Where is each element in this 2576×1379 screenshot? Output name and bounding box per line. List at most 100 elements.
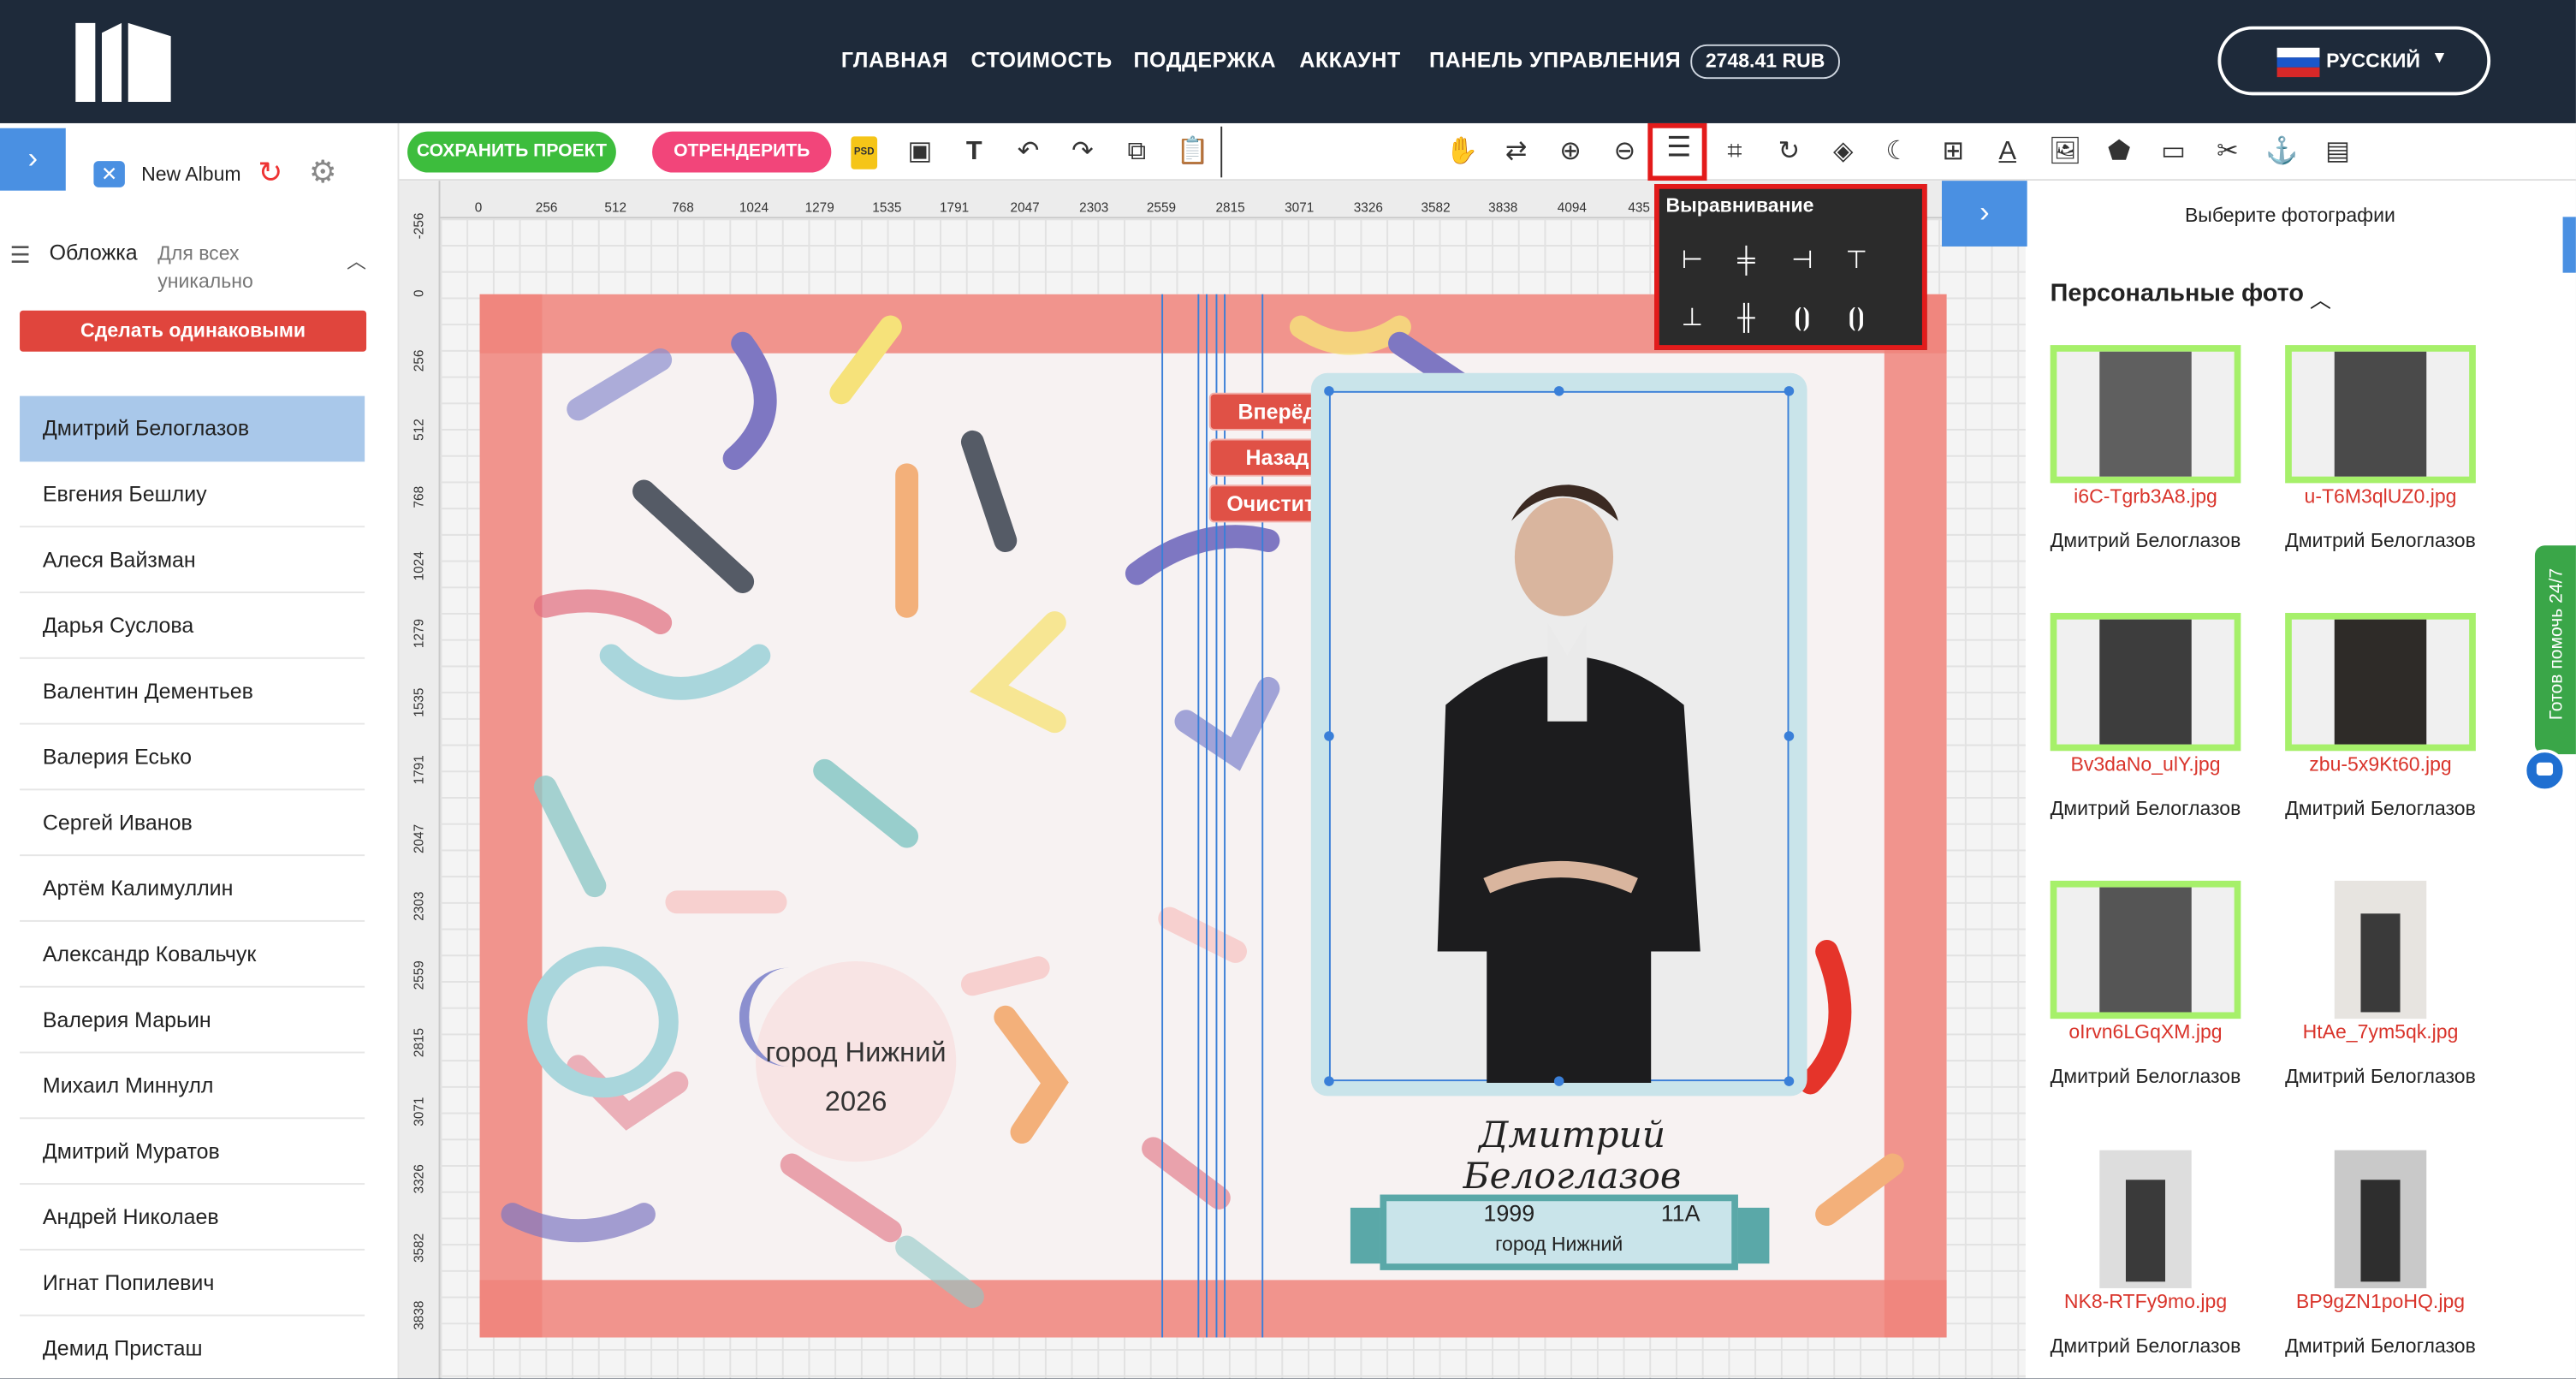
photo-thumbnail[interactable] bbox=[2050, 880, 2241, 1019]
align-top-icon[interactable]: ⊤ bbox=[1838, 243, 1874, 279]
editor-toolbar: СОХРАНИТЬ ПРОЕКТ ОТРЕНДЕРИТЬ PSD ▣ T ↶ ↷… bbox=[399, 122, 2027, 181]
person-item[interactable]: Валентин Дементьев bbox=[20, 659, 365, 725]
photo-thumbnail[interactable] bbox=[2285, 613, 2476, 752]
portrait-photo[interactable] bbox=[1328, 390, 1790, 1084]
nav-link-dashboard[interactable]: ПАНЕЛЬ УПРАВЛЕНИЯ bbox=[1429, 48, 1681, 73]
resize-handle[interactable] bbox=[1324, 1076, 1334, 1086]
copy-icon[interactable]: ⧉ bbox=[1117, 133, 1156, 172]
anchor-icon[interactable]: ⚓ bbox=[2262, 133, 2301, 172]
person-item[interactable]: Валерия Марьин bbox=[20, 988, 365, 1054]
grid-icon[interactable]: ⊞ bbox=[1933, 133, 1973, 172]
person-item[interactable]: Артём Калимуллин bbox=[20, 856, 365, 922]
refresh-icon[interactable]: ↻ bbox=[258, 156, 282, 190]
rotate-icon[interactable]: ↻ bbox=[1769, 133, 1808, 172]
align-left-icon[interactable]: ⊢ bbox=[1674, 243, 1710, 279]
make-same-button[interactable]: Сделать одинаковыми bbox=[20, 310, 367, 352]
chat-icon[interactable] bbox=[2523, 749, 2567, 793]
resize-handle[interactable] bbox=[1784, 1076, 1795, 1086]
add-text-icon[interactable]: T bbox=[954, 133, 994, 172]
section-title[interactable]: Персональные фото bbox=[2051, 279, 2304, 307]
distribute-horizontal-icon[interactable]: ⦗⦘ bbox=[1784, 300, 1820, 336]
person-item[interactable]: Алеся Вайзман bbox=[20, 527, 365, 593]
resize-handle[interactable] bbox=[1553, 386, 1564, 396]
photo-thumbnail[interactable] bbox=[2050, 345, 2241, 484]
scissors-icon[interactable]: ✂ bbox=[2208, 133, 2247, 172]
person-item[interactable]: Игнат Попилевич bbox=[20, 1251, 365, 1317]
hand-icon[interactable]: ✋ bbox=[1442, 133, 1481, 172]
align-center-horizontal-icon[interactable]: ╪ bbox=[1728, 243, 1764, 279]
logo[interactable] bbox=[72, 20, 174, 105]
undo-icon[interactable]: ↶ bbox=[1009, 133, 1048, 172]
ruler-tick: 256 bbox=[411, 349, 427, 372]
distribute-vertical-icon[interactable]: ⦗⦘ bbox=[1838, 300, 1874, 336]
photo-thumbnail[interactable] bbox=[2334, 880, 2427, 1019]
align-right-icon[interactable]: ⊣ bbox=[1784, 243, 1820, 279]
photo-thumbnail[interactable] bbox=[2099, 1150, 2192, 1288]
align-button[interactable]: ☰ bbox=[1647, 122, 1707, 181]
layout-icon[interactable]: ▤ bbox=[2318, 133, 2358, 172]
text-color-icon[interactable]: A bbox=[1988, 133, 2027, 172]
person-item[interactable]: Демид Присташ bbox=[20, 1317, 365, 1379]
album-cover-page[interactable]: Вперёд Назад Очистить город Нижний 2026 bbox=[479, 294, 1947, 1338]
save-project-button[interactable]: СОХРАНИТЬ ПРОЕКТ bbox=[407, 131, 616, 173]
zoom-out-icon[interactable]: ⊖ bbox=[1605, 133, 1644, 172]
swap-icon[interactable]: ⇄ bbox=[1497, 133, 1536, 172]
zoom-in-icon[interactable]: ⊕ bbox=[1551, 133, 1590, 172]
person-item[interactable]: Валерия Есько bbox=[20, 725, 365, 791]
chevron-down-icon: ▼ bbox=[2431, 49, 2448, 68]
ribbon-class[interactable]: 11А bbox=[1661, 1199, 1701, 1226]
chevron-up-icon[interactable]: ︿ bbox=[347, 247, 366, 275]
image-icon[interactable]: 🖼 bbox=[2045, 133, 2085, 172]
add-image-icon[interactable]: ▣ bbox=[900, 133, 940, 172]
layers-icon[interactable]: ◈ bbox=[1824, 133, 1863, 172]
person-item[interactable]: Андрей Николаев bbox=[20, 1185, 365, 1251]
person-item[interactable]: Дарья Суслова bbox=[20, 593, 365, 659]
align-bottom-icon[interactable]: ⊥ bbox=[1674, 300, 1710, 336]
gear-icon[interactable]: ⚙ bbox=[309, 154, 337, 192]
person-item[interactable]: Дмитрий Муратов bbox=[20, 1119, 365, 1186]
toolbar-right: 🖼 ⬟ ▭ ✂ ⚓ ▤ bbox=[2025, 122, 2576, 181]
nav-link-support[interactable]: ПОДДЕРЖКА bbox=[1134, 48, 1277, 73]
ruler-tick: 3326 bbox=[411, 1164, 427, 1194]
align-center-vertical-icon[interactable]: ╫ bbox=[1728, 300, 1764, 336]
city-year[interactable]: 2026 bbox=[756, 1086, 956, 1119]
photo-thumbnail[interactable] bbox=[2334, 1150, 2427, 1288]
person-item[interactable]: Михаил Миннулл bbox=[20, 1053, 365, 1120]
sidebar-toggle-button[interactable]: › bbox=[0, 128, 66, 191]
photo-person: Дмитрий Белоглазов bbox=[2050, 1064, 2241, 1088]
photo-thumbnail[interactable] bbox=[2050, 613, 2241, 752]
redo-icon[interactable]: ↷ bbox=[1063, 133, 1102, 172]
person-item[interactable]: Дмитрий Белоглазов bbox=[20, 395, 365, 462]
help-tab[interactable]: Готов помочь 24/7 bbox=[2534, 545, 2576, 755]
resize-handle[interactable] bbox=[1324, 386, 1334, 396]
ribbon-city[interactable]: город Нижний bbox=[1380, 1233, 1737, 1256]
photo-thumbnail[interactable] bbox=[2285, 345, 2476, 484]
paste-icon[interactable]: 📋 bbox=[1173, 133, 1213, 172]
render-button[interactable]: ОТРЕНДЕРИТЬ bbox=[652, 131, 832, 173]
crop-icon[interactable]: ⌗ bbox=[1715, 133, 1754, 172]
shape-icon[interactable]: ⬟ bbox=[2099, 133, 2139, 172]
nav-link-account[interactable]: АККАУНТ bbox=[1299, 48, 1400, 73]
nav-link-pricing[interactable]: СТОИМОСТЬ bbox=[970, 48, 1112, 73]
frame-icon[interactable]: ▭ bbox=[2154, 133, 2193, 172]
scrollbar[interactable] bbox=[2562, 217, 2576, 273]
resize-handle[interactable] bbox=[1324, 731, 1334, 741]
psd-export-icon[interactable]: PSD bbox=[851, 136, 878, 169]
moon-icon[interactable]: ☾ bbox=[1878, 133, 1917, 172]
left-sidebar: › ✕ New Album ↻ ⚙ ☰ Обложка Для всех уни… bbox=[0, 122, 400, 1379]
city-title[interactable]: город Нижний bbox=[756, 1037, 956, 1069]
person-item[interactable]: Сергей Иванов bbox=[20, 790, 365, 857]
editor-canvas[interactable]: Вперёд Назад Очистить город Нижний 2026 bbox=[440, 218, 2026, 1379]
right-panel-toggle[interactable]: › bbox=[1941, 181, 2027, 247]
person-item[interactable]: Евгения Бешлиу bbox=[20, 461, 365, 528]
nav-link-home[interactable]: ГЛАВНАЯ bbox=[841, 48, 948, 73]
resize-handle[interactable] bbox=[1784, 731, 1795, 741]
close-icon[interactable]: ✕ bbox=[93, 161, 125, 187]
person-item[interactable]: Александр Ковальчук bbox=[20, 922, 365, 988]
resize-handle[interactable] bbox=[1784, 386, 1795, 396]
language-selector[interactable]: РУССКИЙ ▼ bbox=[2217, 26, 2491, 96]
ribbon-year[interactable]: 1999 bbox=[1483, 1199, 1534, 1226]
resize-handle[interactable] bbox=[1553, 1076, 1564, 1086]
chevron-up-icon[interactable]: ︿ bbox=[2310, 282, 2331, 313]
signature-text[interactable]: Дмитрий Белоглазов bbox=[1367, 1115, 1778, 1198]
